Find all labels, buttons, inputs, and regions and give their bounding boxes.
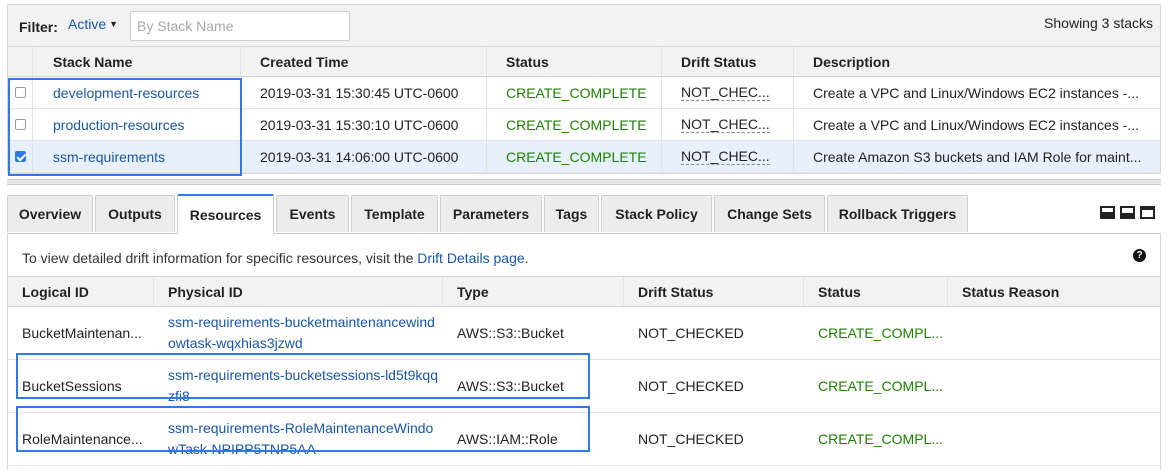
resource-status-reason [948,413,1160,465]
resource-status: CREATE_COMPL... [818,378,943,394]
column-header-status[interactable]: Status [804,277,948,306]
resource-type: AWS::S3::Bucket [457,325,564,341]
stack-row[interactable]: development-resources 2019-03-31 15:30:4… [8,77,1160,109]
resource-row: RoleMaintenance... ssm-requirements-Role… [8,413,1160,466]
column-header-description[interactable]: Description [794,47,1160,76]
stack-row-checkbox-checked[interactable] [14,151,26,162]
stack-name-link[interactable]: ssm-requirements [53,149,165,165]
resource-status: CREATE_COMPL... [818,431,943,447]
resource-type: AWS::S3::Bucket [457,378,564,394]
stacks-table-header: Stack Name Created Time Status Drift Sta… [8,47,1160,77]
filter-label: Filter: [19,19,58,35]
stack-row-checkbox[interactable] [14,87,26,98]
caret-down-icon: ▼ [109,19,119,29]
resources-table-header: Logical ID Physical ID Type Drift Status… [8,276,1160,307]
resource-drift-status: NOT_CHECKED [638,431,744,447]
stack-detail-tabs: Overview Outputs Resources Events Templa… [7,194,1161,234]
panel-bottom-small-icon[interactable] [1120,206,1135,219]
resource-status-reason [948,360,1160,412]
select-column-header [8,47,33,76]
stack-status: CREATE_COMPLETE [487,77,662,108]
resource-physical-id-link[interactable]: ssm-requirements-bucketsessions-ld5t9kqq… [168,365,438,407]
tab-stack-policy[interactable]: Stack Policy [601,195,712,232]
stack-created-time: 2019-03-31 15:30:10 UTC-0600 [241,109,487,140]
tab-template[interactable]: Template [351,195,438,232]
stack-drift-status[interactable]: NOT_CHEC... [681,148,770,165]
panel-layout-controls [1100,206,1155,219]
column-header-status[interactable]: Status [487,47,662,76]
stack-name-link[interactable]: production-resources [53,117,185,133]
stack-count-text: Showing 3 stacks [1044,15,1153,31]
resource-status: CREATE_COMPL... [818,325,943,341]
tab-outputs[interactable]: Outputs [95,195,175,232]
filter-status-dropdown[interactable]: Active ▼ [68,16,118,32]
resource-drift-status: NOT_CHECKED [638,325,744,341]
stack-description: Create Amazon S3 buckets and IAM Role fo… [813,148,1142,165]
stack-row-checkbox[interactable] [14,119,26,130]
stack-drift-status[interactable]: NOT_CHEC... [681,116,770,133]
resource-type: AWS::IAM::Role [457,431,558,447]
column-header-drift-status[interactable]: Drift Status [662,47,794,76]
resource-row: BucketMaintenan... ssm-requirements-buck… [8,307,1160,360]
stack-status: CREATE_COMPLETE [487,141,662,172]
stack-created-time: 2019-03-31 15:30:45 UTC-0600 [241,77,487,108]
tab-resources[interactable]: Resources [177,194,274,234]
panel-bottom-large-icon[interactable] [1100,206,1115,219]
tab-tags[interactable]: Tags [544,195,599,232]
stack-created-time: 2019-03-31 14:06:00 UTC-0600 [241,141,487,172]
stack-description: Create a VPC and Linux/Windows EC2 insta… [813,84,1140,101]
panel-resize-handle[interactable] [7,179,1161,185]
tab-parameters[interactable]: Parameters [440,195,542,232]
column-header-created-time[interactable]: Created Time [241,47,487,76]
resource-physical-id-link[interactable]: ssm-requirements-RoleMaintenanceWindowTa… [168,418,438,460]
resource-logical-id: RoleMaintenance... [22,431,143,447]
stack-description: Create a VPC and Linux/Windows EC2 insta… [813,116,1140,133]
filter-status-value: Active [68,16,107,32]
drift-info-text: To view detailed drift information for s… [22,250,529,266]
tab-rollback-triggers[interactable]: Rollback Triggers [827,195,968,232]
resources-table: Logical ID Physical ID Type Drift Status… [8,276,1160,466]
column-header-status-reason[interactable]: Status Reason [948,277,1160,306]
stack-status: CREATE_COMPLETE [487,109,662,140]
panel-top-icon[interactable] [1140,206,1155,219]
stack-row-selected[interactable]: ssm-requirements 2019-03-31 14:06:00 UTC… [8,141,1160,173]
tab-change-sets[interactable]: Change Sets [714,195,825,232]
stack-name-link[interactable]: development-resources [53,85,199,101]
resource-logical-id: BucketMaintenan... [22,325,142,341]
resources-panel: To view detailed drift information for s… [7,234,1161,470]
tab-overview[interactable]: Overview [7,195,93,232]
drift-details-link[interactable]: Drift Details page [417,250,524,266]
column-header-physical-id[interactable]: Physical ID [154,277,443,306]
column-header-stack-name[interactable]: Stack Name [33,47,241,76]
resource-row: BucketSessions ssm-requirements-bucketse… [8,360,1160,413]
resource-status-reason [948,307,1160,359]
resource-logical-id: BucketSessions [22,378,122,394]
stack-drift-status[interactable]: NOT_CHEC... [681,84,770,101]
resource-physical-id-link[interactable]: ssm-requirements-bucketmaintenancewindow… [168,312,438,354]
column-header-type[interactable]: Type [443,277,624,306]
resource-drift-status: NOT_CHECKED [638,378,744,394]
filter-bar: Filter: Active▼ Showing 3 stacks [7,4,1161,47]
tab-events[interactable]: Events [276,195,349,232]
question-circle-icon[interactable]: ? [1133,249,1146,262]
column-header-logical-id[interactable]: Logical ID [8,277,154,306]
stack-row[interactable]: production-resources 2019-03-31 15:30:10… [8,109,1160,141]
column-header-drift-status[interactable]: Drift Status [624,277,804,306]
stacks-table: Stack Name Created Time Status Drift Sta… [7,46,1161,176]
stack-name-search-input[interactable] [130,11,350,41]
